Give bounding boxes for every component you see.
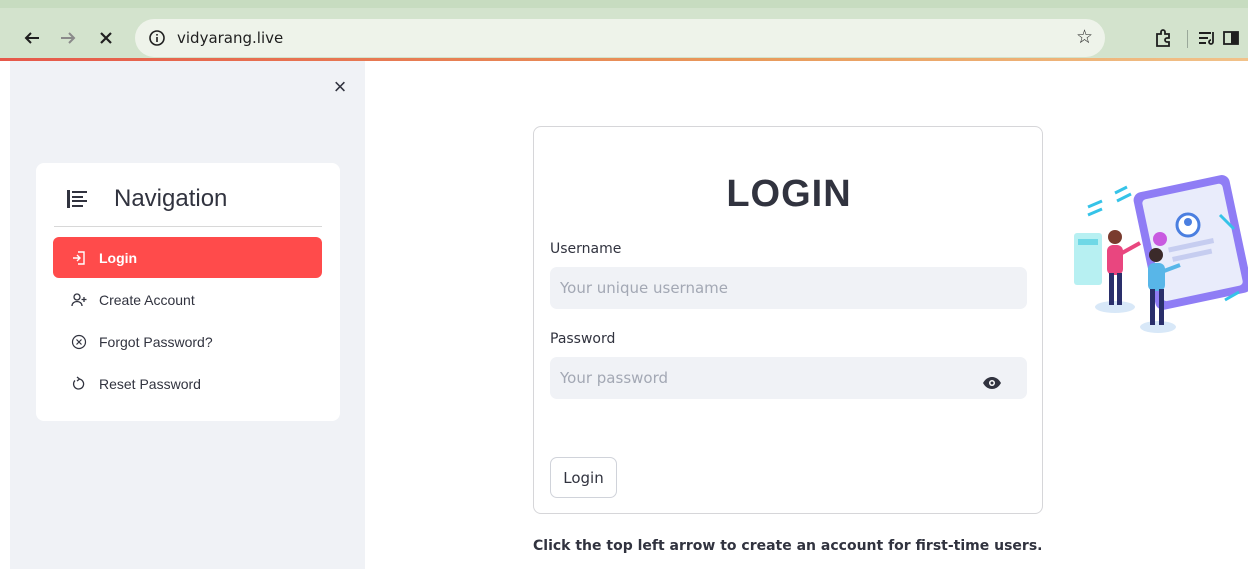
sidebar-item-create-account[interactable]: Create Account: [53, 279, 322, 320]
sidebar-item-login[interactable]: Login: [53, 237, 322, 278]
sidebar: × Navigation Login Create Account Forgot…: [10, 61, 365, 569]
sidebar-item-label: Login: [99, 249, 138, 266]
browser-toolbar: vidyarang.live ☆: [0, 0, 1248, 58]
person-add-icon: [71, 292, 87, 308]
sidebar-item-forgot-password[interactable]: Forgot Password?: [53, 321, 322, 362]
stop-icon[interactable]: [94, 26, 118, 50]
back-arrow-icon[interactable]: [20, 26, 44, 50]
password-label: Password: [550, 331, 616, 347]
navigation-menu: Navigation Login Create Account Forgot P…: [36, 163, 340, 421]
address-bar[interactable]: vidyarang.live ☆: [135, 19, 1105, 57]
first-time-user-hint: Click the top left arrow to create an ac…: [533, 538, 1043, 554]
login-form: LOGIN Username Password Login: [533, 126, 1043, 514]
password-input[interactable]: [550, 357, 1027, 399]
extensions-icon[interactable]: [1152, 27, 1174, 49]
login-title: LOGIN: [726, 173, 852, 215]
reload-icon: [71, 375, 87, 392]
sidebar-item-label: Forgot Password?: [99, 333, 213, 350]
list-icon: [66, 188, 88, 210]
login-illustration: [1070, 175, 1248, 340]
login-submit-button[interactable]: Login: [550, 457, 617, 498]
sidebar-item-label: Reset Password: [99, 375, 201, 392]
bookmark-star-icon[interactable]: ☆: [1076, 26, 1093, 49]
username-input[interactable]: [550, 267, 1027, 309]
sidebar-item-reset-password[interactable]: Reset Password: [53, 363, 322, 404]
sidebar-item-label: Create Account: [99, 291, 195, 308]
navigation-header: Navigation: [66, 185, 227, 213]
close-icon[interactable]: ×: [328, 74, 352, 99]
circle-x-icon: [71, 334, 87, 350]
login-enter-icon: [71, 250, 87, 266]
forward-arrow-icon[interactable]: [56, 26, 80, 50]
url-text[interactable]: vidyarang.live: [177, 29, 283, 47]
side-panel-icon[interactable]: [1220, 27, 1242, 49]
reading-list-icon[interactable]: [1196, 27, 1218, 49]
username-label: Username: [550, 241, 622, 257]
site-info-icon[interactable]: [147, 28, 167, 48]
divider: [54, 226, 322, 227]
toolbar-separator: [1187, 30, 1188, 48]
show-password-eye-icon[interactable]: [980, 371, 1004, 395]
navigation-title: Navigation: [114, 185, 228, 212]
